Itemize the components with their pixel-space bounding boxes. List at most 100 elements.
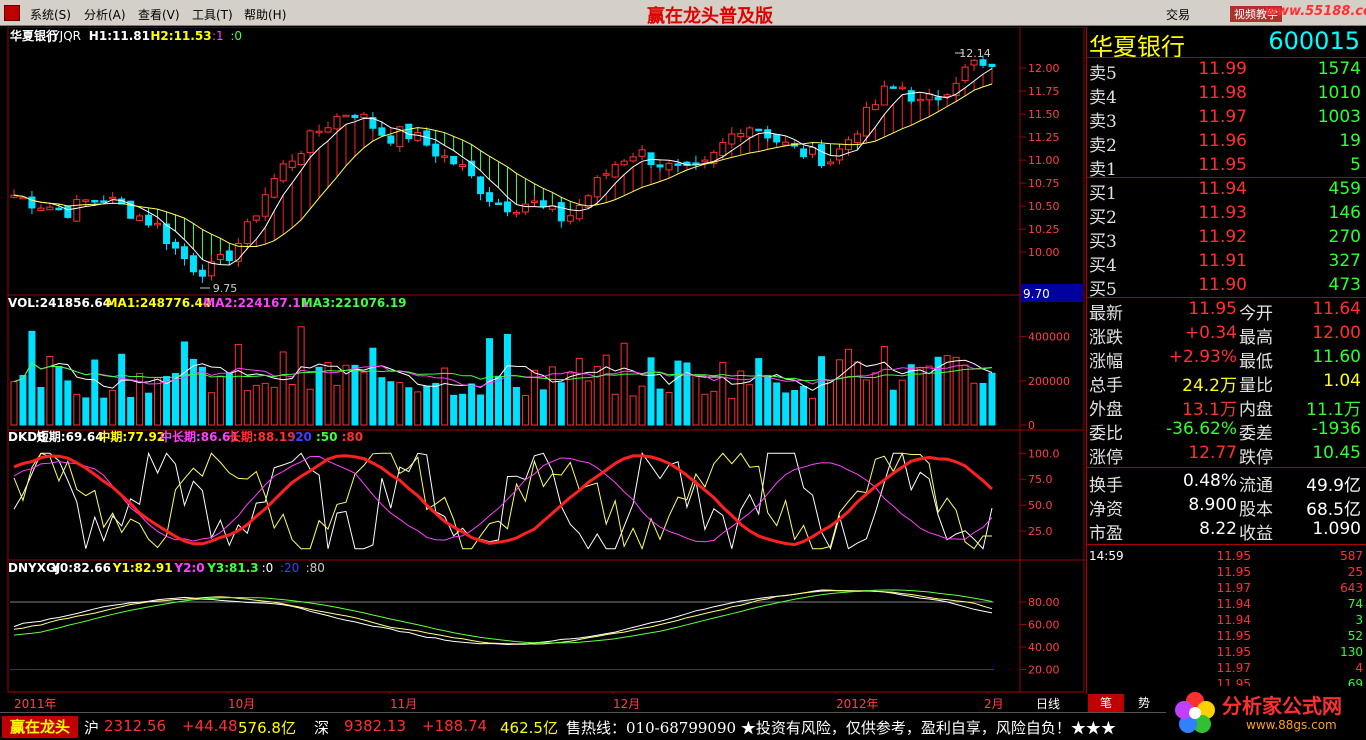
candle-body [225,250,233,262]
tick-row: 11.95 25 [1087,564,1366,580]
tick-price: 11.97 [1216,581,1251,595]
candle-body [459,164,467,167]
bid-volume: 270 [1328,227,1361,247]
stat-value: 10.45 [1312,443,1361,463]
candle-body [530,200,538,203]
candle-body [961,66,969,82]
volume-bar [943,355,951,426]
sh-index: 2312.56 [104,717,167,735]
bid-price: 11.91 [1198,251,1247,271]
tab-trend[interactable]: 势 [1126,694,1162,712]
bid-price: 11.93 [1198,203,1247,223]
volume-bar [602,354,610,426]
ask-row[interactable]: 卖1 11.95 5 [1087,154,1366,180]
bid-label: 买1 [1089,184,1117,204]
candle-body [73,199,81,222]
menu-system[interactable]: 系统(S) [30,6,71,23]
candle-body [764,129,772,139]
tick-price: 11.95 [1216,565,1251,579]
candle-body [189,255,197,273]
stat-value: 12.77 [1188,443,1237,463]
volume-bar [91,359,99,426]
ask-row[interactable]: 卖5 11.99 1574 [1087,58,1366,84]
candle-body [333,115,341,130]
volume-bar [180,341,188,426]
volume-bar [521,395,529,426]
dkdb-legend-20: :20 [290,430,312,444]
stat-label: 净资 [1089,500,1123,520]
bid-row[interactable]: 买3 11.92 270 [1087,226,1366,252]
bid-row[interactable]: 买1 11.94 459 [1087,178,1366,204]
volume-bar [82,397,90,426]
volume-bar [387,381,395,426]
volume-bar [225,372,233,426]
period-selector[interactable]: 日线 [1036,695,1060,712]
candle-body [342,114,350,118]
volume-bar [853,361,861,426]
legend-value: :1 [212,29,224,43]
ask-row[interactable]: 卖4 11.98 1010 [1087,82,1366,108]
candle-body [136,215,144,222]
menu-analysis[interactable]: 分析(A) [84,6,126,23]
stat-row: 总手 24.2万 量比 1.04 [1087,370,1366,396]
tick-price: 11.94 [1216,597,1251,611]
volume-bar [414,391,422,426]
volume-bar [539,389,547,426]
volume-bar [791,390,799,426]
stat-label: 收益 [1239,524,1273,544]
bid-row[interactable]: 买5 11.90 473 [1087,274,1366,300]
ask-price: 11.96 [1198,131,1247,151]
candle-body [46,206,54,211]
dnyxgj-legend-y0: Y0:82.66 [50,561,111,575]
volume-bar [100,397,108,426]
volume-bar [423,385,431,426]
ask-label: 卖3 [1089,112,1117,132]
sz-change: +188.74 [422,717,488,735]
volume-bar [530,369,538,426]
stat-row: 涨跌 +0.34 最高 12.00 [1087,322,1366,348]
tick-price: 11.97 [1216,661,1251,675]
dnyxgj-axis-label: 40.00 [1028,641,1060,654]
bid-row[interactable]: 买2 11.93 146 [1087,202,1366,228]
candle-body [109,196,117,200]
candle-body [216,253,224,260]
volume-bar [145,392,153,426]
candle-body [970,59,978,66]
kline-chart[interactable]: 12.00 11.75 11.50 11.25 11.00 10.75 10.50 10.25… [0,27,1085,695]
volume-bar [961,364,969,426]
stat-row: 市盈 8.22 收益 1.090 [1087,518,1366,544]
stat-row: 最新 11.95 今开 11.64 [1087,298,1366,324]
legend-indicator: JYJQR [48,29,81,43]
chart-area[interactable]: 12.00 11.75 11.50 11.25 11.00 10.75 10.50 10.25… [0,27,1085,695]
dnyxgj-axis-label: 20.00 [1028,664,1060,677]
stat-value: 24.2万 [1182,376,1237,396]
ask-label: 卖4 [1089,88,1117,108]
volume-bar [315,366,323,426]
panel-frame [7,559,1085,693]
tick-row: 11.95 52 [1087,628,1366,644]
candle-body [800,148,808,158]
menubar: 系统(S) 分析(A) 查看(V) 工具(T) 帮助(H) 赢在龙头普及版 交易… [0,0,1366,27]
ask-row[interactable]: 卖2 11.96 19 [1087,130,1366,156]
candle-body [539,200,547,207]
bid-label: 买3 [1089,232,1117,252]
volume-bar [10,381,18,426]
stat-label: 涨跌 [1089,328,1123,348]
volume-bar [952,356,960,426]
tab-ticks[interactable]: 笔 [1088,694,1124,712]
volume-bar [468,383,476,426]
vol-axis-label: 400000 [1028,331,1070,344]
menu-view[interactable]: 查看(V) [138,6,180,23]
date-label: 2月 [984,697,1004,711]
candle-body [934,96,942,101]
stock-code: 600015 [1268,27,1360,55]
menu-help[interactable]: 帮助(H) [244,6,286,23]
menu-trade[interactable]: 交易 [1166,6,1190,23]
candle-body [270,178,278,198]
ask-row[interactable]: 卖3 11.97 1003 [1087,106,1366,132]
volume-bar [889,389,897,426]
ask-price: 11.98 [1198,83,1247,103]
menu-tools[interactable]: 工具(T) [192,6,233,23]
bid-row[interactable]: 买4 11.91 327 [1087,250,1366,276]
ask-volume: 1010 [1317,83,1361,103]
